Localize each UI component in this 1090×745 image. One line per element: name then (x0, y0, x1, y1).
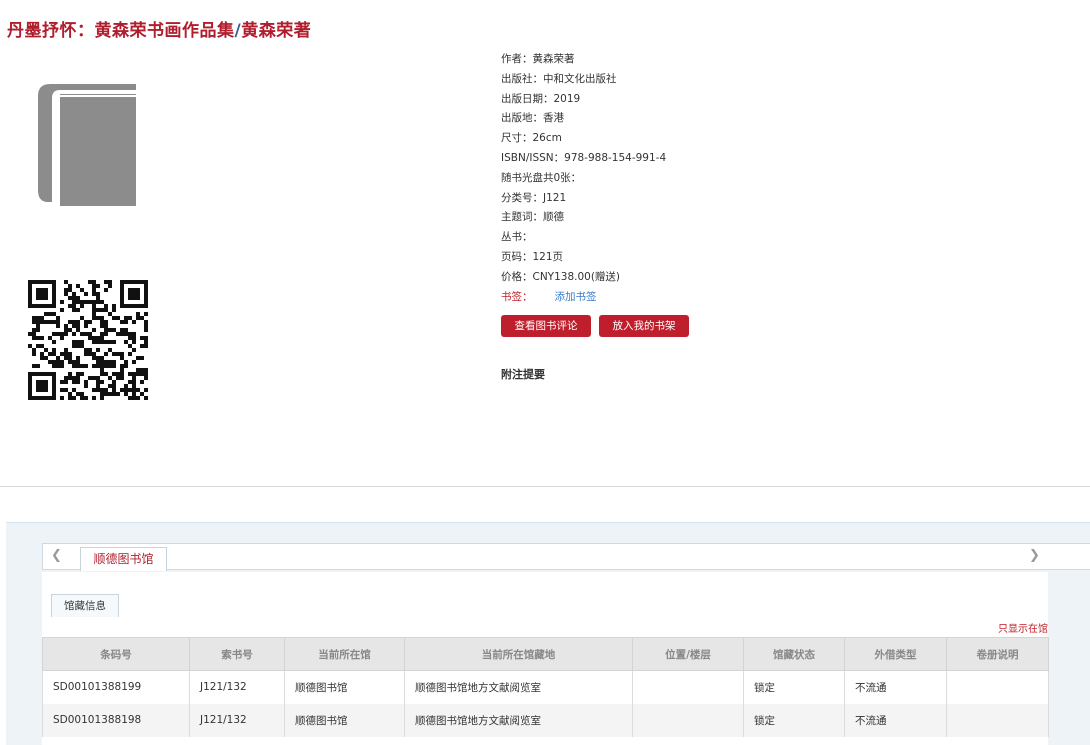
library-tab-strip: ❮ 顺德图书馆 ❯ (42, 543, 1090, 571)
meta-label: 主题词： (501, 211, 543, 224)
meta-label: 随书光盘共0张： (501, 171, 582, 184)
meta-value: 香港 (543, 112, 564, 125)
view-reviews-button[interactable]: 查看图书评论 (501, 315, 591, 337)
add-bookmark-link[interactable]: 添加书签 (555, 291, 597, 303)
meta-value: 中和文化出版社 (543, 72, 617, 85)
table-row: SD00101388198 J121/132 顺德图书馆 顺德图书馆地方文献阅览室 锁定… (42, 703, 1049, 737)
tab-holdings-info[interactable]: 馆藏信息 (51, 594, 119, 617)
meta-label: 作者： (501, 53, 533, 65)
notes-heading: 附注提要 (501, 368, 545, 381)
meta-row: 页码：121页 (501, 248, 666, 268)
meta-value: 黄森荣著 (532, 53, 575, 65)
column-header: 位置/楼层 (632, 637, 744, 671)
meta-label: 价格： (501, 270, 533, 283)
table-cell: SD00101388199 (42, 670, 190, 704)
meta-row: 出版社：中和文化出版社 (501, 70, 666, 90)
meta-row: 主题词：顺德 (501, 208, 666, 228)
meta-row: 出版日期：2019 (501, 90, 666, 110)
meta-row: 丛书： (501, 228, 666, 248)
meta-label: 出版社： (501, 72, 543, 85)
book-metadata: 作者：黄森荣著 出版社：中和文化出版社 出版日期：2019 出版地：香港 尺寸：26cm… (501, 50, 666, 307)
table-cell (632, 670, 744, 704)
column-header: 索书号 (189, 637, 285, 671)
chevron-right-icon[interactable]: ❯ (1029, 548, 1040, 563)
meta-label: 出版日期： (501, 92, 554, 105)
meta-row: 分类号：J121 (501, 189, 666, 209)
meta-label: ISBN/ISSN： (501, 151, 565, 164)
page-title: 丹墨抒怀：黄森荣书画作品集/黄森荣著 (7, 16, 311, 41)
meta-value: 2019 (553, 92, 581, 105)
table-cell: J121/132 (189, 670, 285, 704)
table-cell: 不流通 (844, 670, 947, 704)
table-cell: J121/132 (189, 703, 285, 737)
meta-label: 出版地： (501, 112, 543, 125)
column-header: 当前所在馆 (284, 637, 405, 671)
meta-row: 尺寸：26cm (501, 129, 666, 149)
table-cell (632, 703, 744, 737)
meta-value: CNY138.00(赠送) (532, 270, 621, 283)
meta-row: 随书光盘共0张： (501, 169, 666, 189)
table-cell: 顺德图书馆 (284, 670, 405, 704)
holdings-table: 条码号 索书号 当前所在馆 当前所在馆藏地 位置/楼层 馆藏状态 外借类型 卷册说明 SD00… (42, 637, 1049, 737)
meta-label: 丛书： (501, 231, 533, 244)
section-divider (0, 486, 1090, 487)
holdings-content: 馆藏信息 只显示在馆 条码号 索书号 当前所在馆 当前所在馆藏地 位置/楼层 馆藏状态 外借… (42, 572, 1049, 745)
book-icon (38, 84, 136, 206)
chevron-left-icon[interactable]: ❮ (51, 548, 62, 563)
meta-row: ISBN/ISSN：978-988-154-991-4 (501, 149, 666, 169)
meta-row: 出版地：香港 (501, 109, 666, 129)
meta-label: 尺寸： (501, 132, 533, 145)
table-cell: 锁定 (743, 670, 845, 704)
qr-code (28, 280, 148, 400)
meta-value: 26cm (532, 132, 562, 145)
column-header: 当前所在馆藏地 (404, 637, 633, 671)
bookmark-label: 书签： (501, 290, 533, 303)
meta-value: 121页 (532, 250, 564, 263)
meta-value: J121 (543, 191, 567, 204)
column-header: 外借类型 (844, 637, 947, 671)
table-cell: 顺德图书馆 (284, 703, 405, 737)
table-cell: 顺德图书馆地方文献阅览室 (404, 670, 633, 704)
bookmark-row: 书签： 添加书签 (501, 288, 666, 308)
meta-label: 分类号： (501, 191, 543, 204)
column-header: 卷册说明 (946, 637, 1049, 671)
table-cell (946, 670, 1049, 704)
add-to-shelf-button[interactable]: 放入我的书架 (599, 315, 689, 337)
table-cell (946, 703, 1049, 737)
table-row: SD00101388199 J121/132 顺德图书馆 顺德图书馆地方文献阅览室 锁定… (42, 670, 1049, 704)
meta-row: 价格：CNY138.00(赠送) (501, 268, 666, 288)
meta-label: 页码： (501, 250, 533, 263)
meta-value: 顺德 (543, 211, 564, 224)
table-cell: 锁定 (743, 703, 845, 737)
book-author-resp: 黄森荣著 (241, 21, 312, 41)
table-cell: SD00101388198 (42, 703, 190, 737)
table-cell: 顺德图书馆地方文献阅览室 (404, 703, 633, 737)
column-header: 条码号 (42, 637, 190, 671)
book-title-text: 丹墨抒怀：黄森荣书画作品集 (7, 21, 235, 41)
column-header: 馆藏状态 (743, 637, 845, 671)
tab-library[interactable]: 顺德图书馆 (80, 547, 167, 571)
meta-value: 978-988-154-991-4 (564, 151, 667, 164)
show-available-only-link[interactable]: 只显示在馆 (998, 620, 1048, 635)
meta-row: 作者：黄森荣著 (501, 50, 666, 70)
table-cell: 不流通 (844, 703, 947, 737)
